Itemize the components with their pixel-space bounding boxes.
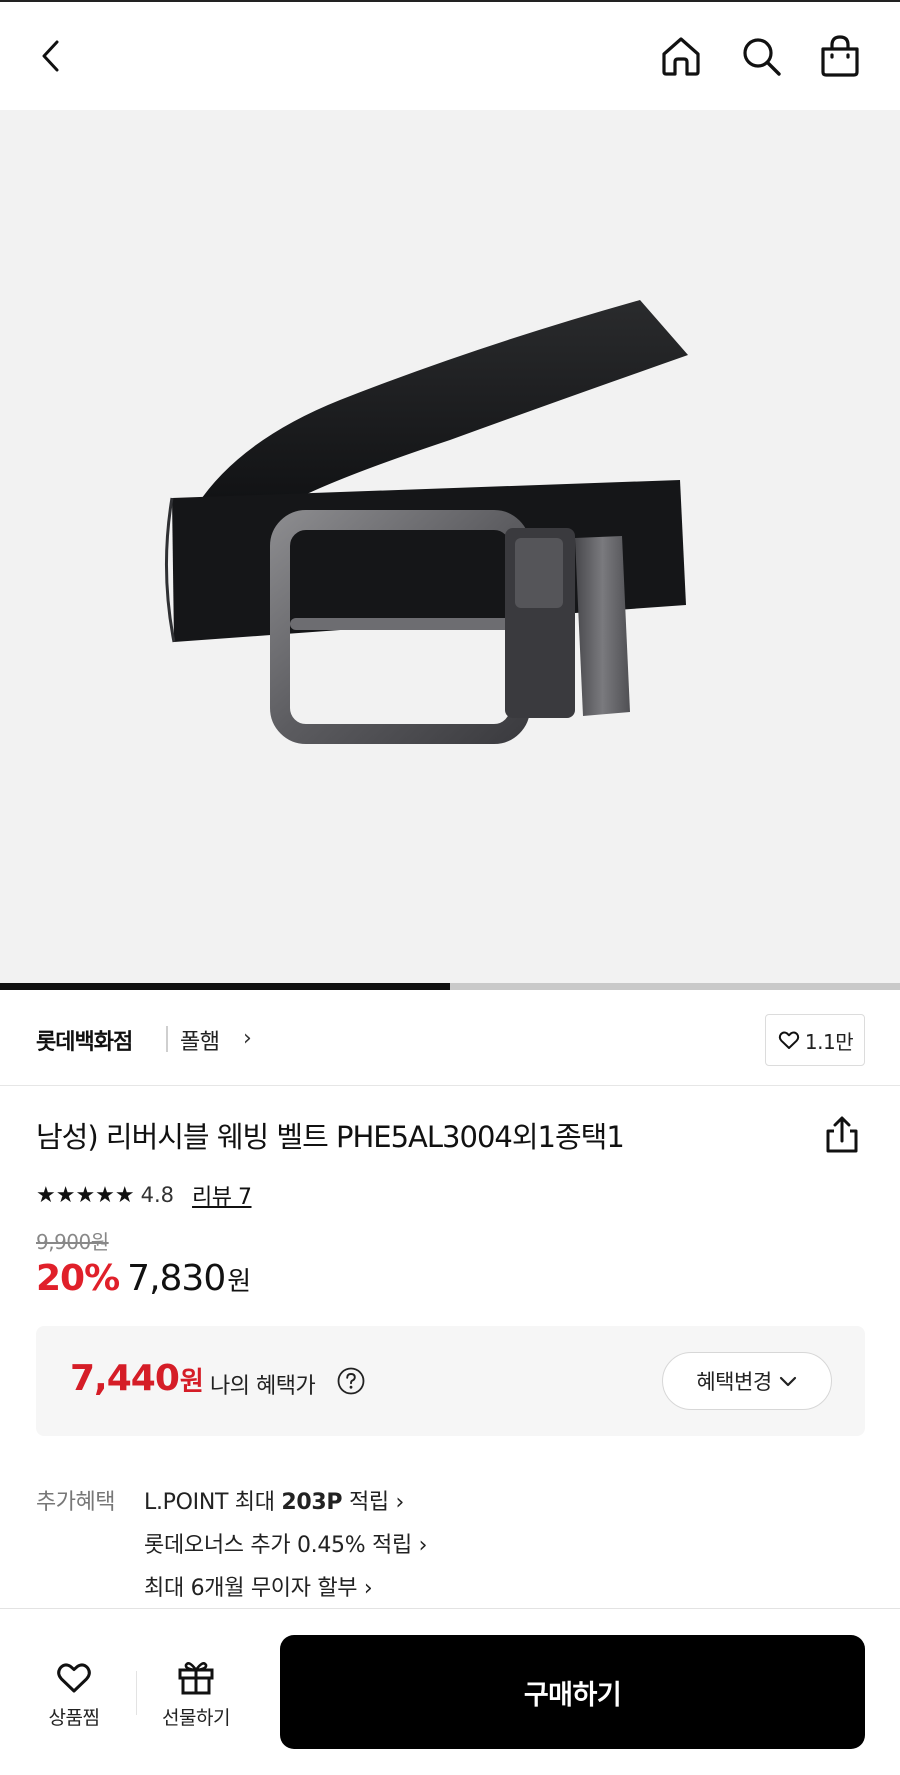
product-title: 남성) 리버시블 웨빙 벨트 PHE5AL3004외1종택1 [36,1120,625,1154]
gift-button[interactable]: 선물하기 [146,1657,246,1730]
like-count: 1.1만 [804,1029,854,1054]
benefit-price-label: 나의 혜택가 [210,1374,316,1399]
brand-row: 롯데백화점 폴햄 › 1.1만 [0,990,900,1086]
brand-divider [166,1026,168,1052]
chevron-left-icon [42,40,59,72]
buy-button[interactable]: 구매하기 [280,1635,865,1749]
top-header [0,2,900,110]
product-image-gallery[interactable] [0,110,900,983]
help-icon[interactable] [336,1366,366,1396]
brand-link[interactable]: 폴햄 [180,1024,220,1056]
installment-benefit-link[interactable]: 최대 6개월 무이자 할부 › [144,1570,373,1602]
lpoint-benefit-link[interactable]: L.POINT 최대 203P 적립 › [144,1484,404,1516]
bottom-divider [136,1671,137,1715]
benefit-price-currency: 원 [179,1367,204,1397]
brand-like-button[interactable]: 1.1만 [765,1014,865,1066]
benefit-price-value: 7,440 [70,1358,180,1399]
wishlist-label: 상품찜 [48,1707,100,1729]
gift-label: 선물하기 [162,1707,230,1729]
share-icon [826,1116,858,1153]
search-button[interactable] [737,32,785,80]
chevron-down-icon [779,1376,796,1387]
star-rating-icons: ★★★★★ [36,1182,135,1208]
benefit-change-label: 혜택변경 [696,1370,772,1394]
wishlist-button[interactable]: 상품찜 [24,1657,124,1730]
discount-rate: 20% [36,1258,120,1299]
lpoint-prefix: L.POINT 최대 [144,1490,282,1515]
belt-product-image [164,300,688,744]
price-row: 20% 7,830 원 [36,1258,251,1299]
lpoint-amount: 203P [281,1490,343,1515]
review-link[interactable]: 리뷰 7 [192,1179,252,1211]
search-icon [743,38,781,76]
original-price: 9,900원 [36,1230,109,1254]
home-icon [662,37,700,76]
gift-icon [178,1662,214,1695]
heart-icon [778,1031,800,1049]
sale-price: 7,830 [127,1258,226,1299]
bottom-action-bar: 상품찜 선물하기 구매하기 [0,1608,900,1775]
sale-price-currency: 원 [227,1267,252,1297]
gallery-progress-fill [0,983,450,990]
rating-row: ★★★★★ 4.8 리뷰 7 [36,1179,252,1211]
benefit-price: 7,440 원 [70,1358,204,1399]
back-button[interactable] [28,32,76,80]
share-button[interactable] [820,1113,864,1157]
buy-label: 구매하기 [523,1679,622,1711]
lpoint-suffix: 적립 › [342,1490,405,1515]
benefit-price-box: 7,440 원 나의 혜택가 혜택변경 [36,1326,865,1436]
extra-benefit-label: 추가혜택 [36,1490,115,1515]
chevron-right-icon[interactable]: › [243,1026,252,1051]
cart-button[interactable] [816,32,864,80]
gallery-progress-bar [0,983,900,990]
lotte-owners-benefit-link[interactable]: 롯데오너스 추가 0.45% 적립 › [144,1527,427,1559]
benefit-change-button[interactable]: 혜택변경 [662,1352,832,1410]
store-name: 롯데백화점 [36,1030,133,1055]
rating-value: 4.8 [140,1183,175,1207]
home-button[interactable] [657,32,705,80]
heart-icon [57,1663,91,1693]
shopping-bag-icon [821,35,859,77]
